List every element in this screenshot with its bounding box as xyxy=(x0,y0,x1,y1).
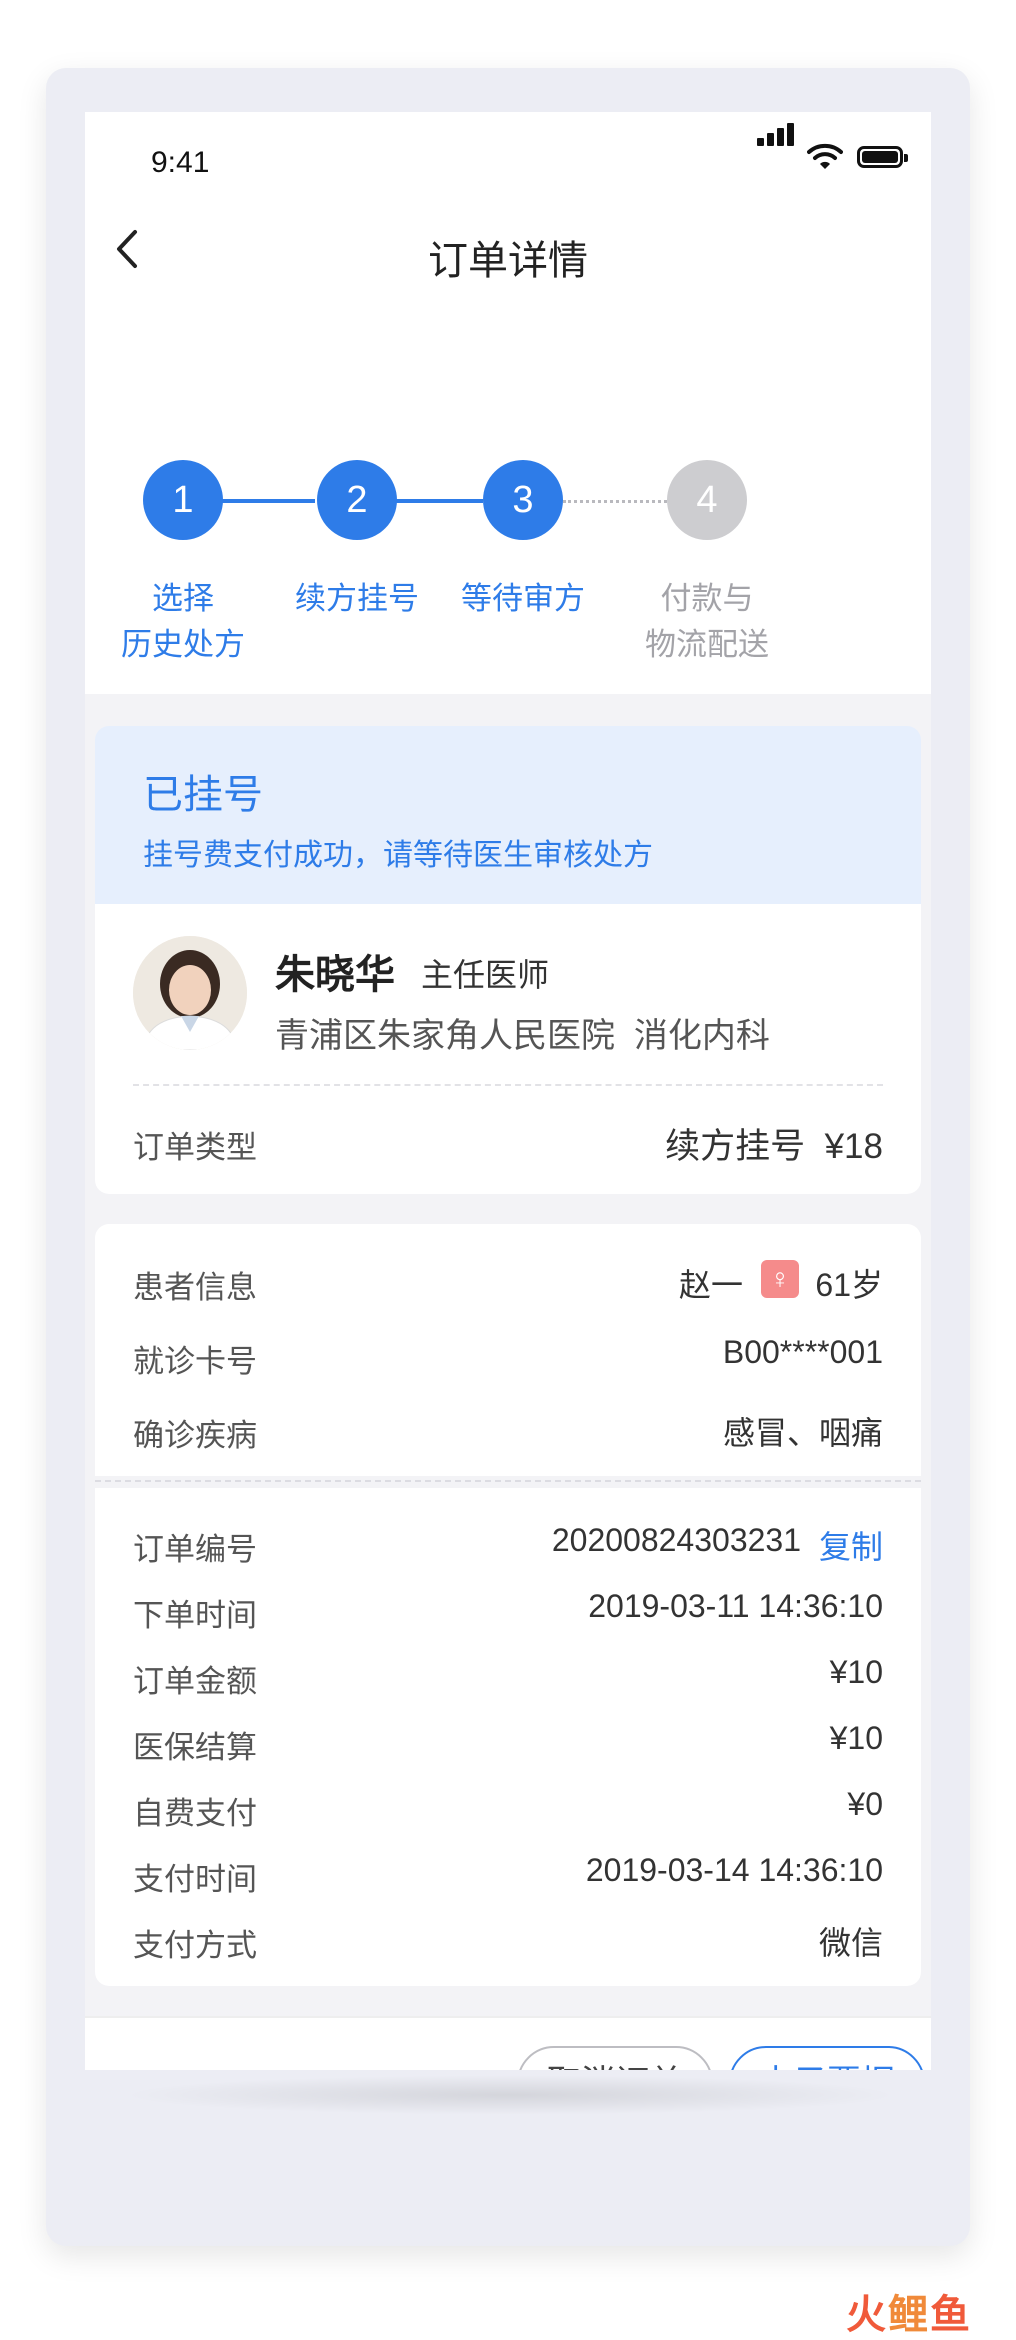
watermark-char: 鱼 xyxy=(930,2293,972,2337)
order-row-value: ¥0 xyxy=(847,1786,883,1822)
doctor-photo-icon xyxy=(133,936,247,1050)
order-number-value: 20200824303231 xyxy=(551,1522,801,1558)
step-2-label-line1: 续方挂号 xyxy=(295,581,419,616)
order-row-label: 订单金额 xyxy=(133,1664,257,1699)
card-divider xyxy=(95,1480,921,1482)
step-connector-3 xyxy=(563,500,667,503)
patient-age: 61岁 xyxy=(815,1267,883,1303)
patient-info-label: 患者信息 xyxy=(133,1270,257,1305)
step-4-circle: 4 xyxy=(667,460,747,540)
step-2-circle: 2 xyxy=(317,460,397,540)
step-1-label-line2: 历史处方 xyxy=(121,627,245,662)
diagnosis-label: 确诊疾病 xyxy=(133,1418,257,1453)
status-bar: 9:41 xyxy=(85,112,931,200)
divider xyxy=(133,1084,883,1086)
page-title: 订单详情 xyxy=(428,239,588,283)
bottom-action-bar: 取消订单 电子票据 xyxy=(85,2016,931,2070)
step-4-label-line1: 付款与 xyxy=(660,581,754,616)
order-row-value: ¥10 xyxy=(829,1654,883,1690)
watermark-char: 火 xyxy=(846,2293,888,2337)
order-row-label: 下单时间 xyxy=(133,1598,257,1633)
order-number-label: 订单编号 xyxy=(133,1532,257,1567)
doctor-hospital: 青浦区朱家角人民医院 消化内科 xyxy=(275,1017,770,1055)
step-3-label-line1: 等待审方 xyxy=(461,581,585,616)
e-invoice-button[interactable]: 电子票据 xyxy=(729,2046,925,2070)
female-gender-icon: ♀ xyxy=(761,1260,799,1298)
patient-card: 患者信息 赵一 ♀ 61岁 就诊卡号 B00****001 确诊疾病 感冒、咽痛 xyxy=(95,1224,921,1476)
order-row-value: 2019-03-11 14:36:10 xyxy=(588,1588,883,1624)
card-number-label: 就诊卡号 xyxy=(133,1344,257,1379)
order-row-label: 医保结算 xyxy=(133,1730,257,1765)
doctor-avatar xyxy=(133,936,247,1050)
battery-icon xyxy=(857,146,908,168)
step-1-circle: 1 xyxy=(143,460,223,540)
order-row-value: 2019-03-14 14:36:10 xyxy=(585,1852,883,1888)
nav-bar: 订单详情 xyxy=(85,200,931,300)
order-type-value: 续方挂号 ¥18 xyxy=(665,1127,883,1166)
watermark-char: 鲤 xyxy=(888,2293,930,2337)
order-row-value: 微信 xyxy=(818,1925,883,1961)
patient-name: 赵一 xyxy=(678,1267,743,1303)
status-time: 9:41 xyxy=(151,146,210,179)
step-3-label: 等待审方 xyxy=(443,576,603,622)
step-connector-1 xyxy=(211,499,315,503)
diagnosis-value: 感冒、咽痛 xyxy=(722,1415,883,1451)
order-type-label: 订单类型 xyxy=(133,1130,257,1165)
status-banner: 已挂号 挂号费支付成功，请等待医生审核处方 xyxy=(95,726,921,904)
step-connector-2 xyxy=(395,499,483,503)
wifi-icon xyxy=(807,143,843,169)
step-1-label: 选择 历史处方 xyxy=(103,576,263,668)
step-4-label: 付款与 物流配送 xyxy=(627,576,787,668)
step-4-label-line2: 物流配送 xyxy=(645,627,769,662)
step-3-circle: 3 xyxy=(483,460,563,540)
step-2-label: 续方挂号 xyxy=(277,576,437,622)
app-screen: 9:41 订单详情 1 2 3 4 选择 历史处方 续方挂号 等待审方 付款与 … xyxy=(85,112,931,2070)
step-1-label-line1: 选择 xyxy=(152,581,214,616)
doctor-name: 朱晓华 xyxy=(275,953,395,997)
order-row-label: 支付时间 xyxy=(133,1862,257,1897)
banner-subtitle: 挂号费支付成功，请等待医生审核处方 xyxy=(143,839,653,872)
order-row-label: 自费支付 xyxy=(133,1796,257,1831)
order-row-value: ¥10 xyxy=(829,1720,883,1756)
order-details-card: 订单编号 20200824303231 复制 下单时间 2019-03-11 1… xyxy=(95,1488,921,1986)
banner-title: 已挂号 xyxy=(143,773,263,817)
frame-shadow xyxy=(120,2075,900,2115)
doctor-card: 朱晓华 主任医师 青浦区朱家角人民医院 消化内科 订单类型 续方挂号 ¥18 xyxy=(95,904,921,1194)
progress-stepper: 1 2 3 4 选择 历史处方 续方挂号 等待审方 付款与 物流配送 xyxy=(85,300,931,694)
order-row-label: 支付方式 xyxy=(133,1928,257,1963)
copy-button[interactable]: 复制 xyxy=(819,1522,883,1568)
card-number-value: B00****001 xyxy=(722,1334,883,1370)
doctor-title: 主任医师 xyxy=(421,957,550,993)
watermark-logo: 火鲤鱼 xyxy=(846,2282,972,2340)
cancel-order-button[interactable]: 取消订单 xyxy=(517,2046,713,2070)
